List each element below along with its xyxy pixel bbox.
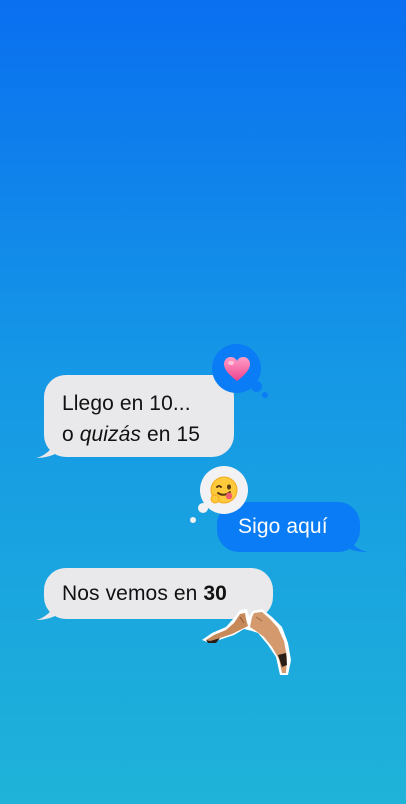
heart-icon: [223, 356, 250, 381]
heart-hands-sticker[interactable]: [200, 605, 296, 677]
message-bubble-incoming[interactable]: Llego en 10... o quizás en 15: [44, 375, 234, 457]
bubble-tail: [342, 530, 368, 552]
reaction-tail-dot: [190, 517, 196, 523]
message-text: Sigo aquí: [238, 515, 328, 538]
reaction-tail-dot: [198, 503, 208, 513]
message-line: Llego en 10...: [62, 392, 191, 415]
bubble-tail: [36, 598, 62, 620]
message-bubble-outgoing[interactable]: Sigo aquí: [217, 502, 360, 552]
reaction-tail-dot: [262, 392, 268, 398]
message-text: Nos vemos en 30: [62, 582, 227, 605]
reaction-tail-dot: [251, 381, 262, 392]
bubble-tail: [36, 436, 62, 458]
message-line: o quizás en 15: [62, 423, 201, 446]
winking-tongue-face-icon: [210, 476, 238, 504]
